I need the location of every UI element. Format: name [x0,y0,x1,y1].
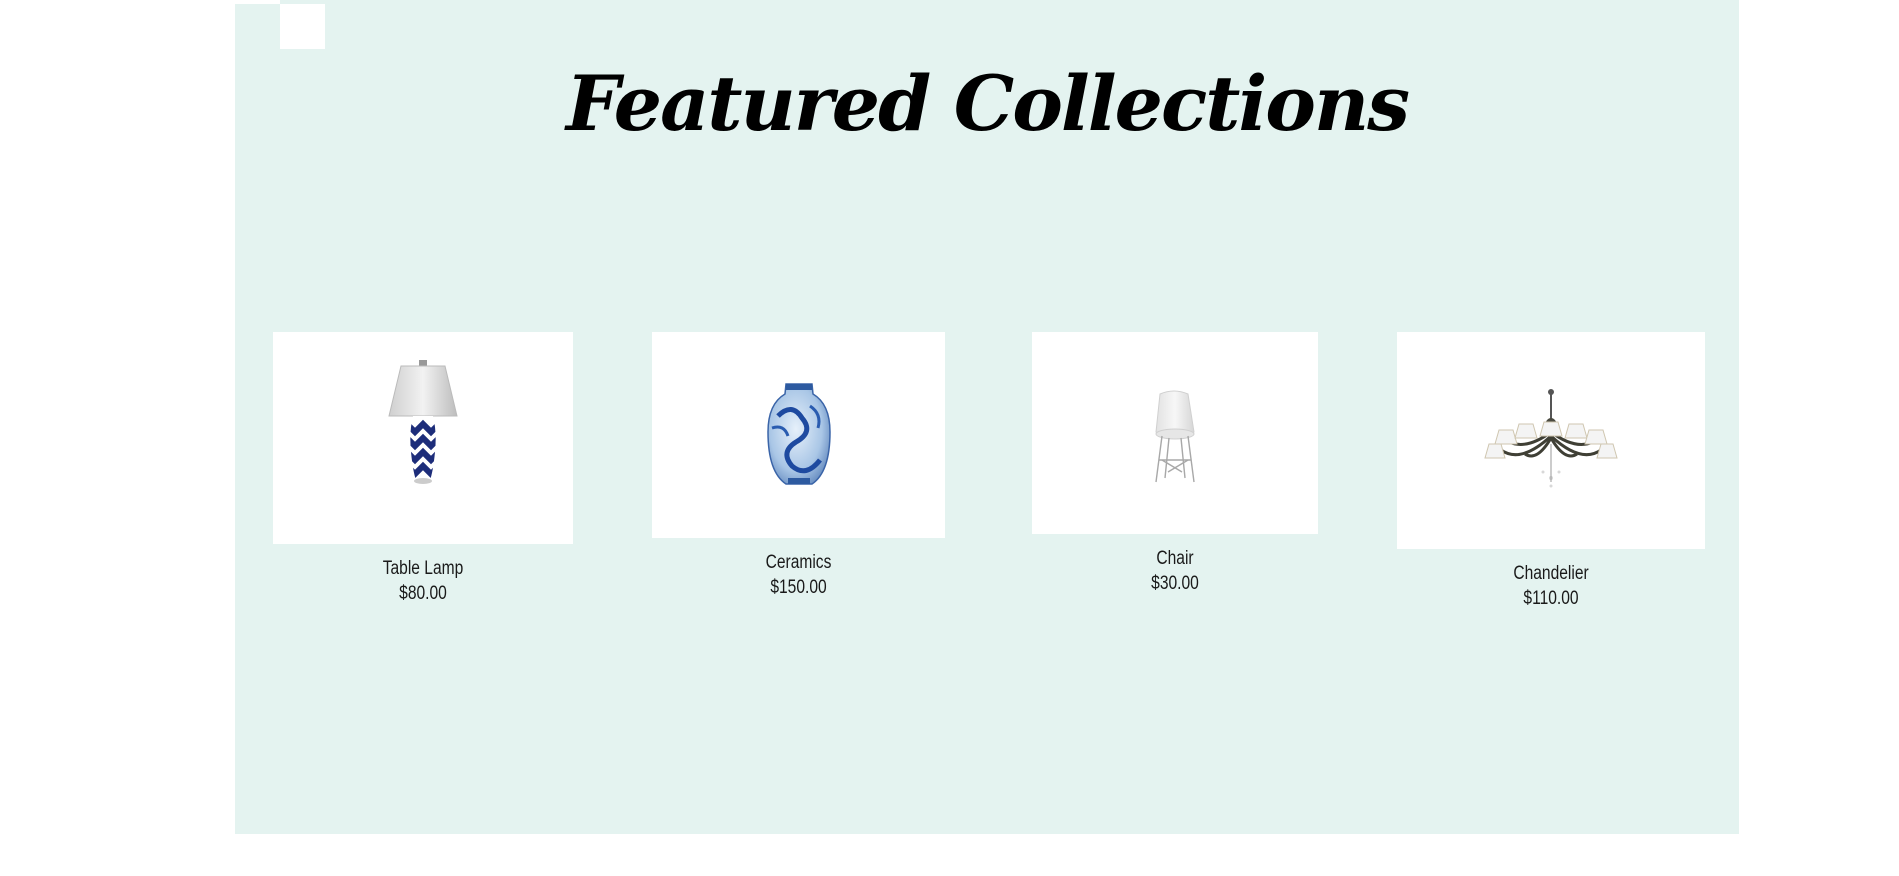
product-image-chandelier[interactable] [1397,332,1705,549]
table-lamp-image [388,360,458,484]
product-name[interactable]: Ceramics [678,550,918,575]
chair-image [1155,390,1195,483]
section-title: Featured Collections [565,59,1410,148]
product-card-ceramics[interactable]: Ceramics $150.00 [652,332,945,600]
chandelier-image [1484,389,1618,488]
product-card-chair[interactable]: Chair $30.00 [1032,332,1318,596]
product-image-table-lamp[interactable] [273,332,573,544]
ceramic-vase-image [767,383,831,485]
product-image-ceramics[interactable] [652,332,945,538]
product-price: $110.00 [1523,588,1579,609]
product-card-table-lamp[interactable]: Table Lamp $80.00 [273,332,573,606]
product-price: $150.00 [770,577,827,598]
product-image-chair[interactable] [1032,332,1318,534]
product-name[interactable]: Chandelier [1425,561,1678,586]
product-card-chandelier[interactable]: Chandelier $110.00 [1397,332,1705,611]
product-name[interactable]: Chair [1058,546,1293,571]
corner-decoration [235,0,280,4]
featured-collections-section: Featured Collections Table Lamp $80.00 C… [235,0,1739,834]
product-price: $30.00 [1151,573,1199,594]
product-name[interactable]: Table Lamp [300,556,546,581]
product-price: $80.00 [399,583,447,604]
corner-placeholder-box [280,4,325,49]
